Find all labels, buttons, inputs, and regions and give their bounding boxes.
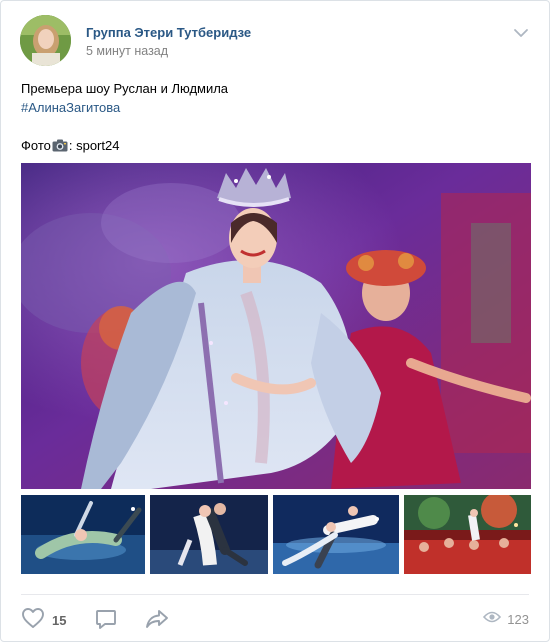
comment-button[interactable]	[95, 608, 117, 635]
divider	[21, 594, 529, 595]
eye-icon	[483, 610, 502, 629]
post-card: Группа Этери Тутберидзе 5 минут назад Пр…	[0, 0, 550, 642]
post-text-line: Премьера шоу Руслан и Людмила	[21, 81, 229, 96]
views-count: 123	[507, 612, 529, 627]
heart-icon	[21, 607, 45, 634]
post-actions: 15 123	[1, 607, 549, 633]
photo-credit-source: : sport24	[68, 138, 120, 153]
photo-credit-prefix: Фото	[21, 138, 51, 153]
photo-credit: Фото : sport24	[21, 136, 228, 157]
avatar[interactable]	[20, 15, 71, 66]
post-text: Премьера шоу Руслан и Людмила #АлинаЗаги…	[21, 79, 228, 157]
like-count: 15	[52, 613, 67, 628]
comment-icon	[95, 608, 117, 635]
photo-thumbnail[interactable]	[21, 495, 145, 574]
share-button[interactable]	[145, 608, 169, 635]
views-counter: 123	[483, 610, 529, 629]
photo-thumbnail[interactable]	[150, 495, 268, 574]
main-photo[interactable]	[21, 163, 531, 489]
share-icon	[145, 608, 169, 635]
camera-icon	[52, 138, 68, 157]
photo-thumbnail[interactable]	[273, 495, 399, 574]
like-button[interactable]: 15	[21, 607, 66, 634]
post-time[interactable]: 5 минут назад	[86, 44, 168, 58]
hashtag-link[interactable]: #АлинаЗагитова	[21, 98, 228, 117]
group-name-link[interactable]: Группа Этери Тутберидзе	[86, 25, 251, 40]
photo-thumbnail[interactable]	[404, 495, 531, 574]
chevron-down-icon[interactable]	[513, 25, 529, 41]
